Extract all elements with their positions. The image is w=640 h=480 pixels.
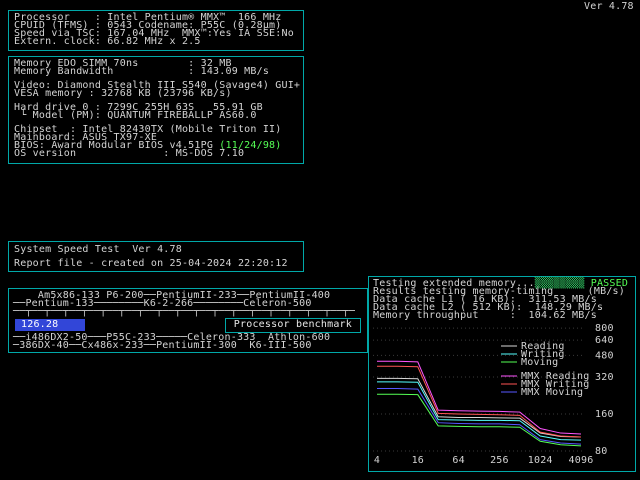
processor-info-panel: Processor : Intel Pentium® MMX™ 166 MHz … [8,10,304,51]
y-tick-label: 800 [595,323,614,334]
memory-test-panel: Testing extended memory...▒▒▒▒▒▒▒▒ PASSE… [368,276,636,472]
vesa-memory-line: VESA memory : 32768 KB (23796 KB/s) [14,90,298,98]
x-tick-label: 4096 [569,455,594,466]
report-title-line: System Speed Test Ver 4.78 [14,246,298,254]
y-tick-label: 480 [595,350,614,361]
benchmark-score-row: 126.28 Processor benchmark [13,318,363,333]
hardware-info-panel: Memory EDO SIMM 70ns : 32 MB Memory Band… [8,56,304,164]
benchmark-ruler: ──┬──┬──┬──┬──┬──┬──┬──┬──┬──┬──┬──┬──┬─… [13,308,363,316]
x-tick-label: 256 [490,455,509,466]
hard-drive-model-line: └ Model (PM): QUANTUM FIREBALLP AS60.0 [14,112,298,120]
report-created-line: Report file - created on 25-04-2024 22:2… [14,260,298,268]
y-tick-label: 160 [595,409,614,420]
y-axis-unit-label: (MB/s) [588,288,625,296]
dos-screen: Ver 4.78 Processor : Intel Pentium® MMX™… [0,0,640,480]
os-version-line: OS version : MS-DOS 7.10 [14,150,298,158]
memory-timing-chart: 800640480320160804166425610244096Reading… [373,319,631,471]
extern-clock-line: Extern. clock: 66.82 MHz x 2.5 [14,38,298,46]
cpu-names-bottom-2: ─386DX-40──Cx486x-233──PentiumII-300 K6-… [13,342,363,350]
x-tick-label: 16 [412,455,424,466]
report-panel: System Speed Test Ver 4.78 Report file -… [8,241,304,272]
y-tick-label: 640 [595,335,614,346]
y-tick-label: 80 [595,446,607,457]
memory-bandwidth-line: Memory Bandwidth : 143.09 MB/s [14,68,298,76]
cpu-benchmark-chart: Am5x86-133 P6-200──PentiumII-233──Pentiu… [8,288,368,353]
x-tick-label: 64 [452,455,464,466]
y-tick-label: 320 [595,372,614,383]
benchmark-label-box: Processor benchmark [225,318,361,333]
version-label: Ver 4.78 [584,3,634,11]
x-tick-label: 4 [374,455,380,466]
benchmark-label: Processor benchmark [234,319,352,330]
legend-label: MMX Moving [521,387,583,398]
legend-label: Moving [521,357,558,368]
benchmark-score: 126.28 [15,319,85,331]
x-tick-label: 1024 [528,455,553,466]
